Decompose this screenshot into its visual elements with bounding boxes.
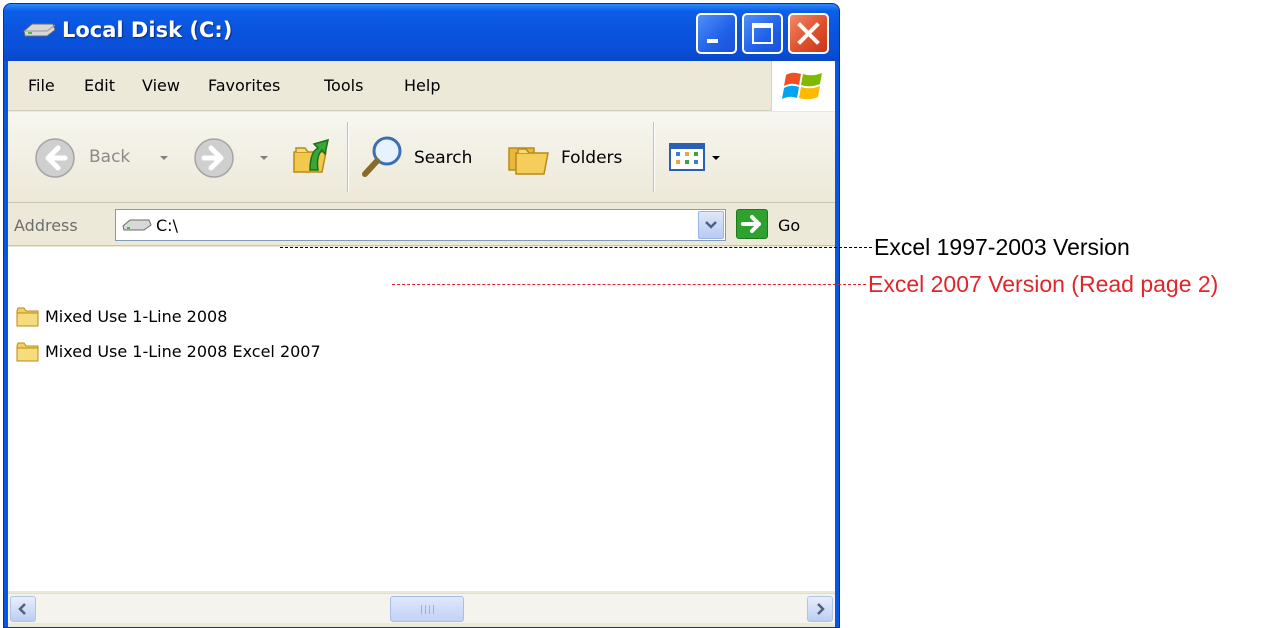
forward-dropdown-icon[interactable] — [260, 156, 268, 160]
horizontal-scrollbar[interactable]: |||| — [8, 593, 835, 623]
menu-tools[interactable]: Tools — [324, 76, 363, 95]
folders-button[interactable]: Folders — [506, 134, 636, 180]
address-label: Address — [14, 216, 78, 235]
back-arrow-icon — [35, 138, 75, 178]
magnifier-icon — [362, 136, 402, 177]
file-name: Mixed Use 1-Line 2008 — [45, 307, 228, 326]
windows-logo — [771, 61, 835, 111]
chevron-left-icon — [18, 603, 26, 615]
close-icon — [797, 22, 820, 45]
menu-view[interactable]: View — [142, 76, 180, 95]
menu-edit[interactable]: Edit — [84, 76, 115, 95]
address-dropdown-button[interactable] — [698, 211, 724, 239]
title-bar[interactable]: Local Disk (C:) — [4, 4, 839, 61]
maximize-icon — [752, 23, 773, 44]
forward-button[interactable] — [193, 137, 273, 179]
folder-icon — [16, 307, 39, 327]
menu-file[interactable]: File — [28, 76, 55, 95]
folder-up-icon — [293, 138, 329, 173]
explorer-window: Local Disk (C:) File Edit View Favorites… — [3, 3, 840, 628]
forward-arrow-icon — [194, 138, 234, 178]
folders-icon — [508, 147, 549, 175]
maximize-button[interactable] — [742, 13, 783, 54]
go-label[interactable]: Go — [778, 216, 800, 235]
search-button[interactable]: Search — [360, 134, 490, 180]
back-button[interactable]: Back — [34, 137, 168, 179]
window-client: File Edit View Favorites Tools Help Back… — [8, 61, 835, 627]
back-label: Back — [89, 147, 131, 167]
address-bar: Address C:\ Go — [8, 204, 835, 246]
minimize-icon — [707, 39, 718, 43]
menu-bar: File Edit View Favorites Tools Help — [8, 61, 835, 111]
address-value: C:\ — [156, 216, 178, 235]
scroll-left-button[interactable] — [10, 596, 36, 622]
annotation-excel-2007: Excel 2007 Version (Read page 2) — [868, 271, 1219, 297]
close-button[interactable] — [788, 13, 829, 54]
annotation-leader-line — [392, 284, 866, 285]
chevron-right-icon — [817, 603, 825, 615]
address-input[interactable]: C:\ — [115, 209, 726, 241]
back-dropdown-icon[interactable] — [160, 156, 168, 160]
up-folder-button[interactable] — [290, 134, 334, 180]
toolbar-separator — [653, 122, 654, 192]
folders-label: Folders — [561, 148, 623, 168]
menu-help[interactable]: Help — [404, 76, 440, 95]
annotation-excel-1997-2003: Excel 1997-2003 Version — [874, 234, 1130, 260]
grip-icon: |||| — [420, 605, 437, 615]
views-button[interactable] — [668, 142, 730, 174]
folder-icon — [16, 342, 39, 362]
standard-toolbar: Back Search Folders — [8, 112, 835, 203]
menu-favorites[interactable]: Favorites — [208, 76, 280, 95]
views-icon — [669, 143, 705, 171]
drive-icon — [23, 23, 56, 37]
annotation-leader-line — [280, 247, 872, 248]
drive-icon — [122, 219, 152, 231]
file-name: Mixed Use 1-Line 2008 Excel 2007 — [45, 342, 321, 361]
scroll-right-button[interactable] — [807, 596, 833, 622]
search-label: Search — [414, 148, 473, 168]
toolbar-separator — [347, 122, 348, 192]
window-title: Local Disk (C:) — [62, 18, 233, 42]
go-arrow-icon — [741, 215, 761, 233]
file-list: Mixed Use 1-Line 2008 Mixed Use 1-Line 2… — [8, 247, 835, 591]
scroll-thumb[interactable]: |||| — [390, 596, 464, 622]
chevron-down-icon — [705, 221, 717, 229]
go-button[interactable] — [736, 209, 768, 239]
minimize-button[interactable] — [696, 13, 737, 54]
windows-flag-icon — [782, 72, 822, 100]
views-dropdown-icon[interactable] — [712, 156, 720, 160]
